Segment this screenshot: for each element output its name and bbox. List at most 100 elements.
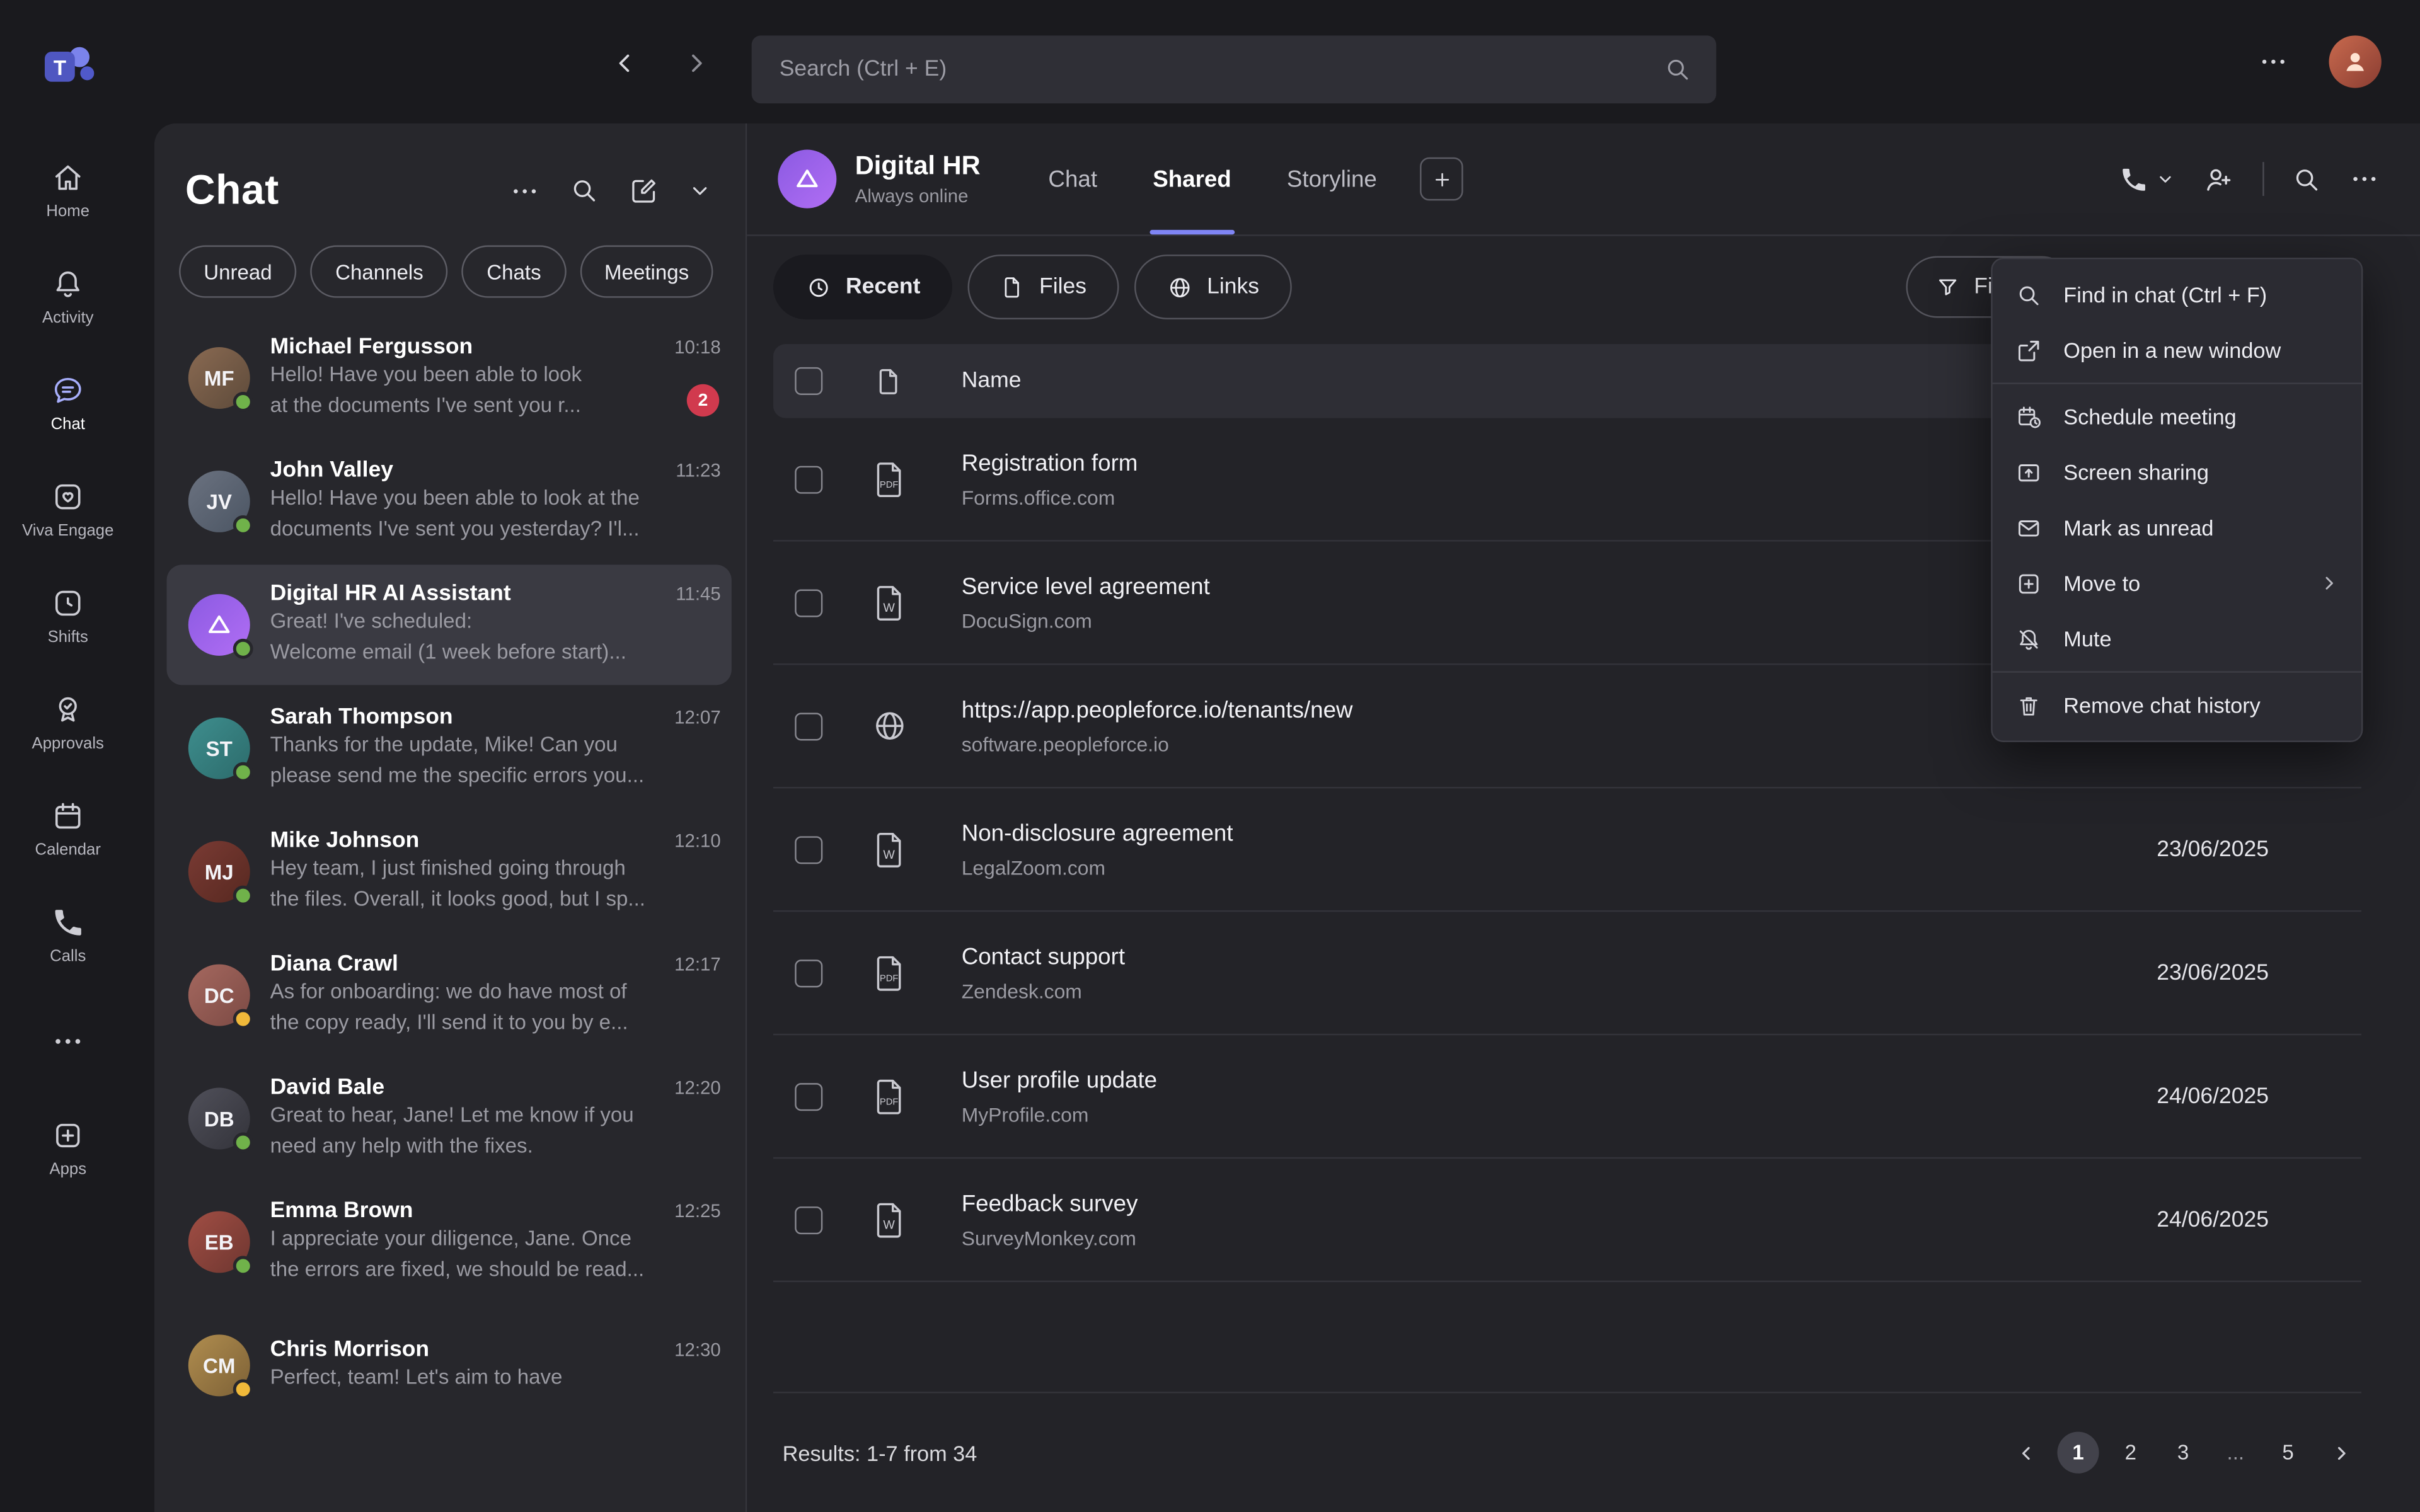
list-item[interactable]: EB Emma Brown12:25 I appreciate your dil…	[154, 1180, 746, 1303]
sidebar-item-activity[interactable]: Activity	[0, 248, 136, 344]
link-url[interactable]: https://app.peopleforce.io/tenants/new	[962, 697, 1353, 723]
new-chat-button[interactable]	[628, 175, 659, 206]
select-all-checkbox[interactable]	[795, 367, 822, 395]
more-options-button[interactable]	[2349, 164, 2380, 195]
sidebar-item-calls[interactable]: Calls	[0, 887, 136, 983]
profile-avatar[interactable]	[2329, 35, 2382, 88]
sidebar-item-calendar[interactable]: Calendar	[0, 781, 136, 876]
menu-item-move-to[interactable]: Move to	[1993, 556, 2361, 611]
filter-pill-meetings[interactable]: Meetings	[580, 245, 714, 297]
menu-item-mark-as-unread[interactable]: Mark as unread	[1993, 500, 2361, 555]
file-date: 23/06/2025	[2157, 960, 2269, 985]
nav-back-button[interactable]	[611, 49, 639, 77]
filter-pill-chats[interactable]: Chats	[462, 245, 566, 297]
page-button-5[interactable]: 5	[2267, 1432, 2309, 1474]
sidebar-item-viva-engage[interactable]: Viva Engage	[0, 461, 136, 557]
sidebar-item-label: Activity	[42, 308, 93, 326]
presence-dot	[233, 1009, 253, 1029]
view-filter-files[interactable]: Files	[968, 255, 1119, 319]
name-column-header[interactable]: Name	[962, 369, 1022, 393]
sidebar-item-home[interactable]: Home	[0, 142, 136, 238]
search-icon	[2014, 282, 2044, 308]
view-filter-recent[interactable]: Recent	[773, 255, 953, 319]
table-row[interactable]: PDF User profile updateMyProfile.com 24/…	[773, 1035, 2361, 1159]
tab-storyline[interactable]: Storyline	[1287, 123, 1377, 234]
menu-item-schedule-meeting[interactable]: Schedule meeting	[1993, 389, 2361, 444]
row-checkbox[interactable]	[795, 1082, 822, 1110]
file-name[interactable]: Contact support	[962, 944, 1125, 970]
nav-forward-button[interactable]	[682, 49, 710, 77]
more-dots-icon	[51, 1024, 85, 1058]
file-name[interactable]: User profile update	[962, 1067, 1157, 1093]
sidebar-item-label: Shifts	[48, 627, 88, 646]
file-name[interactable]: Registration form	[962, 450, 1138, 476]
filter-pill-unread[interactable]: Unread	[179, 245, 297, 297]
chat-search-button[interactable]	[570, 176, 599, 205]
file-name[interactable]: Non-disclosure agreement	[962, 820, 1233, 847]
row-checkbox[interactable]	[795, 465, 822, 493]
list-item[interactable]: MJ Mike Johnson12:10 Hey team, I just fi…	[154, 810, 746, 934]
page-button-2[interactable]: 2	[2110, 1432, 2152, 1474]
call-button[interactable]	[2119, 164, 2174, 194]
add-people-button[interactable]	[2203, 163, 2235, 195]
list-item[interactable]: DB David Bale12:20 Great to hear, Jane! …	[154, 1057, 746, 1181]
next-page-button[interactable]	[2320, 1432, 2361, 1474]
list-item[interactable]: CM Chris Morrison12:30 Perfect, team! Le…	[154, 1303, 746, 1427]
prev-page-button[interactable]	[2005, 1432, 2046, 1474]
page-button-1[interactable]: 1	[2057, 1432, 2099, 1474]
list-item[interactable]: ST Sarah Thompson12:07 Thanks for the up…	[154, 687, 746, 810]
chevron-down-icon[interactable]	[688, 179, 712, 202]
find-in-chat-button[interactable]	[2292, 164, 2322, 194]
pagination: 1 2 3 ... 5	[2005, 1432, 2361, 1474]
search-input[interactable]	[776, 55, 1664, 83]
word-file-icon: W	[869, 829, 909, 869]
filter-pill-channels[interactable]: Channels	[311, 245, 448, 297]
menu-item-remove-chat-history[interactable]: Remove chat history	[1993, 677, 2361, 733]
row-checkbox[interactable]	[795, 588, 822, 616]
presence-dot	[233, 1379, 253, 1399]
bot-avatar	[188, 594, 250, 656]
page-ellipsis: ...	[2215, 1432, 2256, 1474]
row-checkbox[interactable]	[795, 1206, 822, 1234]
tab-chat[interactable]: Chat	[1048, 123, 1097, 234]
table-row[interactable]: W Non-disclosure agreementLegalZoom.com …	[773, 788, 2361, 912]
app-rail: T Home Activity Chat Viva Engage Shifts …	[0, 0, 136, 1512]
menu-item-open-new-window[interactable]: Open in a new window	[1993, 323, 2361, 378]
file-date: 24/06/2025	[2157, 1207, 2269, 1232]
list-item[interactable]: MF Michael Fergusson10:18 Hello! Have yo…	[154, 316, 746, 440]
phone-icon	[2119, 164, 2148, 194]
row-checkbox[interactable]	[795, 835, 822, 863]
list-item[interactable]: DC Diana Crawl12:17 As for onboarding: w…	[154, 934, 746, 1057]
sidebar-item-more[interactable]	[0, 994, 136, 1089]
view-filter-links[interactable]: Links	[1134, 255, 1291, 319]
sidebar-item-approvals[interactable]: Approvals	[0, 674, 136, 770]
file-name[interactable]: Service level agreement	[962, 573, 1210, 600]
list-item-selected[interactable]: Digital HR AI Assistant11:45 Great! I've…	[154, 563, 746, 687]
chat-bubble-icon	[51, 372, 85, 406]
menu-item-find-in-chat[interactable]: Find in chat (Ctrl + F)	[1993, 267, 2361, 323]
settings-more-button[interactable]	[2258, 46, 2289, 77]
row-checkbox[interactable]	[795, 959, 822, 987]
table-row[interactable]: PDF Contact supportZendesk.com 23/06/202…	[773, 912, 2361, 1035]
sidebar-item-shifts[interactable]: Shifts	[0, 568, 136, 663]
sidebar-item-chat[interactable]: Chat	[0, 355, 136, 450]
mail-icon	[2014, 515, 2044, 541]
page-button-3[interactable]: 3	[2162, 1432, 2204, 1474]
conversation-tabs: Chat Shared Storyline	[1048, 123, 1376, 234]
tab-shared[interactable]: Shared	[1153, 123, 1231, 234]
file-name[interactable]: Feedback survey	[962, 1190, 1138, 1217]
chat-filter-pills: Unread Channels Chats Meetings	[154, 227, 746, 316]
row-checkbox[interactable]	[795, 712, 822, 740]
globe-icon	[1167, 274, 1193, 301]
add-tab-button[interactable]	[1420, 158, 1463, 201]
sidebar-item-apps[interactable]: Apps	[0, 1100, 136, 1196]
sidebar-item-label: Apps	[49, 1159, 86, 1177]
list-item[interactable]: JV John Valley11:23 Hello! Have you been…	[154, 440, 746, 563]
global-search-box[interactable]	[752, 35, 1717, 103]
chat-options-button[interactable]	[509, 175, 540, 206]
menu-item-screen-sharing[interactable]: Screen sharing	[1993, 444, 2361, 500]
table-row[interactable]: W Feedback surveySurveyMonkey.com 24/06/…	[773, 1159, 2361, 1282]
schedule-meeting-icon	[2014, 403, 2044, 430]
menu-item-mute[interactable]: Mute	[1993, 611, 2361, 667]
pdf-file-icon: PDF	[869, 459, 909, 500]
